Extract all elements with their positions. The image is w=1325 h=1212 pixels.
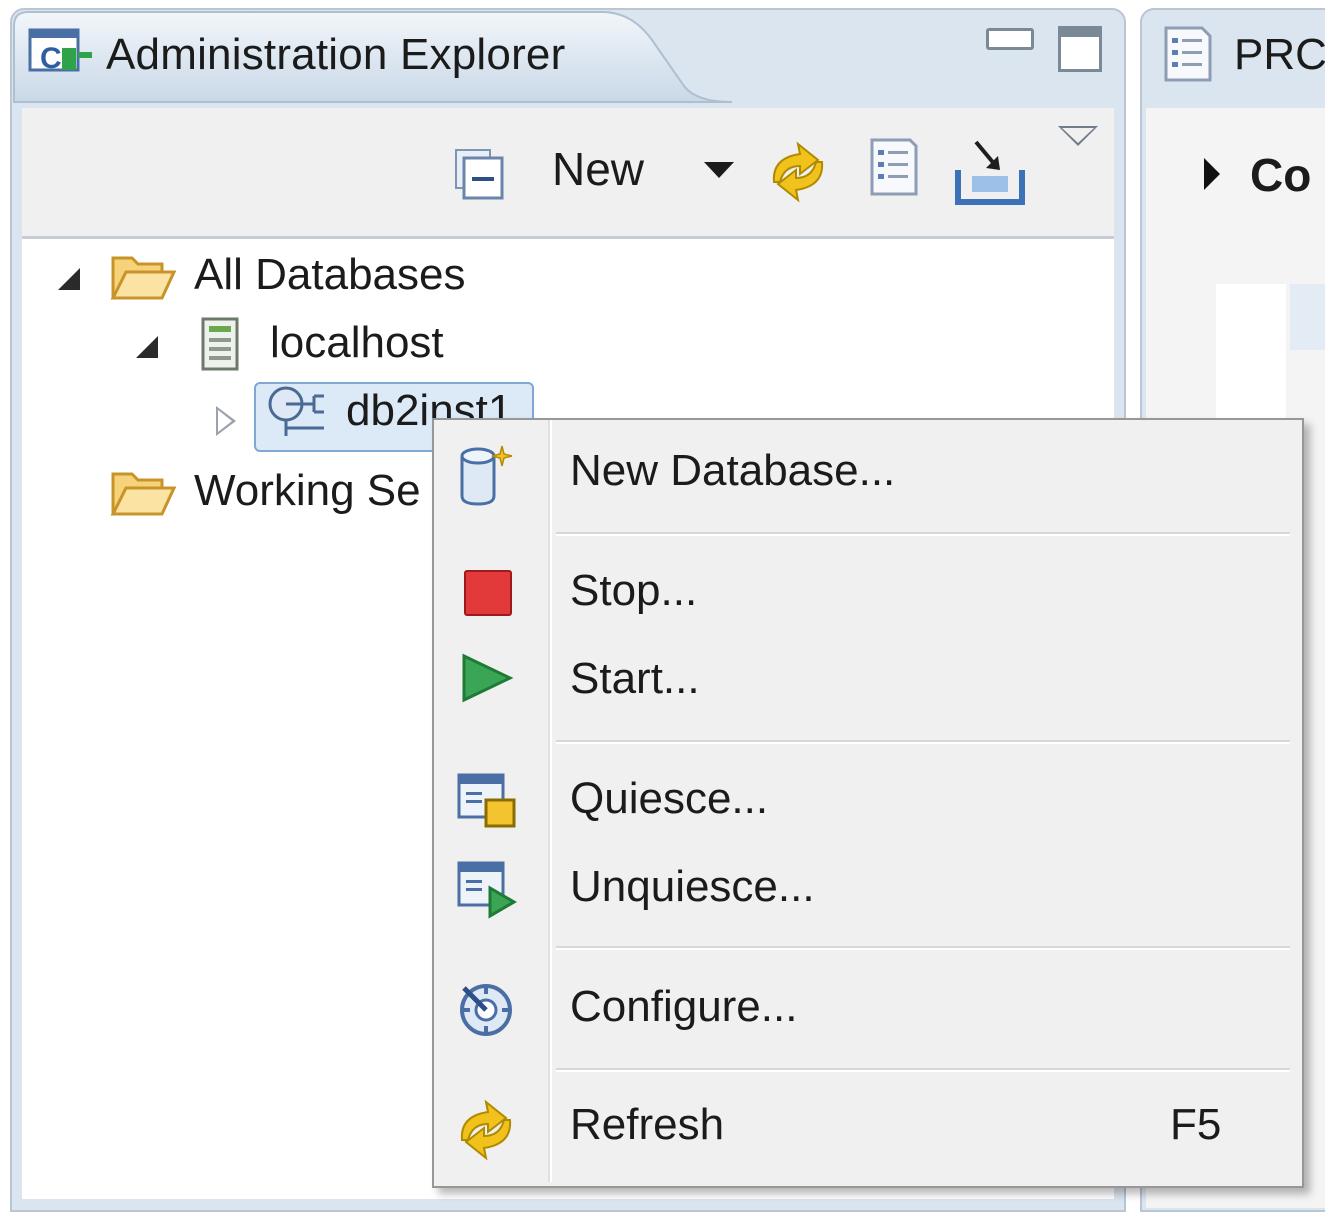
refresh-icon bbox=[454, 1096, 518, 1164]
tree-item-localhost[interactable]: localhost bbox=[270, 318, 444, 368]
collapse-arrow-icon[interactable] bbox=[58, 268, 80, 290]
collapse-arrow-icon[interactable] bbox=[136, 336, 158, 358]
expand-arrow-icon[interactable] bbox=[216, 406, 236, 436]
svg-text:C: C bbox=[40, 42, 62, 75]
unquiesce-icon bbox=[456, 860, 518, 920]
view-menu-icon[interactable] bbox=[1058, 126, 1098, 146]
menu-item-refresh[interactable]: Refresh bbox=[570, 1100, 724, 1150]
properties-highlight-strip bbox=[1290, 284, 1325, 350]
stop-icon bbox=[464, 570, 512, 616]
quiesce-icon bbox=[456, 772, 518, 830]
menu-separator bbox=[556, 532, 1290, 536]
minimize-view-button[interactable] bbox=[986, 28, 1034, 50]
expand-arrow-icon[interactable] bbox=[1204, 158, 1220, 190]
administration-explorer-icon: C bbox=[28, 26, 96, 80]
refresh-icon[interactable] bbox=[766, 138, 830, 206]
menu-separator bbox=[556, 946, 1290, 950]
collapse-all-icon[interactable] bbox=[454, 148, 506, 200]
properties-icon[interactable] bbox=[866, 136, 922, 198]
instance-icon bbox=[264, 384, 328, 440]
folder-open-icon bbox=[110, 252, 177, 302]
menu-item-refresh-shortcut: F5 bbox=[1170, 1100, 1222, 1149]
menu-item-unquiesce[interactable]: Unquiesce... bbox=[570, 862, 815, 912]
menu-item-new-database[interactable]: New Database... bbox=[570, 446, 895, 496]
maximize-view-button[interactable] bbox=[1058, 26, 1102, 72]
new-button[interactable]: New bbox=[552, 142, 644, 196]
configure-icon bbox=[456, 980, 516, 1040]
tree-item-all-databases[interactable]: All Databases bbox=[194, 250, 465, 300]
server-icon bbox=[200, 316, 240, 372]
menu-icon-gutter-divider bbox=[548, 420, 552, 1182]
menu-item-quiesce[interactable]: Quiesce... bbox=[570, 774, 768, 824]
properties-section-label[interactable]: Co bbox=[1250, 148, 1311, 202]
properties-tab-icon bbox=[1162, 24, 1214, 84]
menu-item-configure[interactable]: Configure... bbox=[570, 982, 797, 1032]
new-dropdown-icon[interactable] bbox=[704, 162, 734, 178]
properties-tab-title[interactable]: PRC bbox=[1234, 30, 1325, 80]
menu-item-start[interactable]: Start... bbox=[570, 654, 700, 704]
menu-item-stop[interactable]: Stop... bbox=[570, 566, 697, 616]
new-database-icon bbox=[456, 442, 518, 508]
start-icon bbox=[460, 652, 516, 704]
import-icon[interactable] bbox=[954, 136, 1026, 206]
menu-separator bbox=[556, 1068, 1290, 1072]
tree-item-working-sets[interactable]: Working Se bbox=[194, 466, 421, 516]
menu-separator bbox=[556, 740, 1290, 744]
folder-open-icon bbox=[110, 468, 177, 518]
view-title: Administration Explorer bbox=[106, 30, 566, 79]
